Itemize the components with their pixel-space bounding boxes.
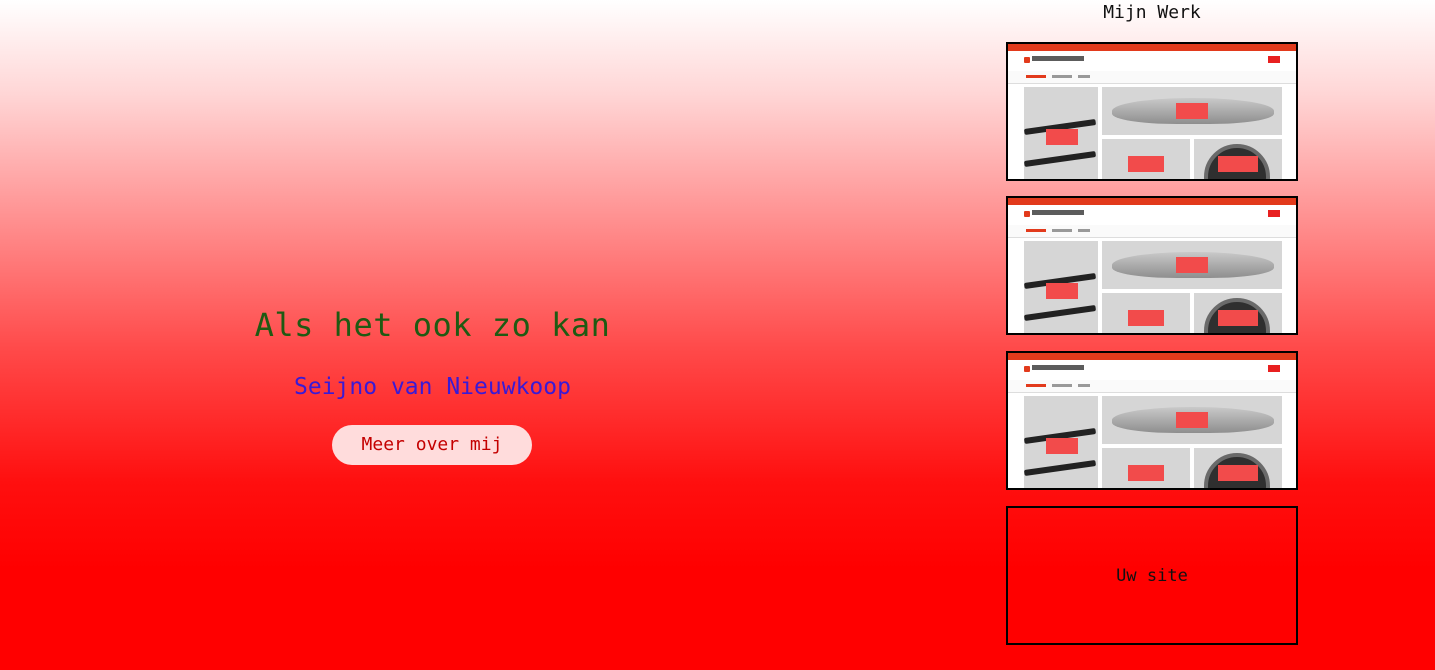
about-me-button[interactable]: Meer over mij	[332, 425, 532, 465]
hero-title: Als het ook zo kan	[254, 306, 611, 344]
thumb-nav-item	[1078, 75, 1090, 78]
project-card-2[interactable]	[1006, 196, 1298, 335]
thumb-cart-icon	[1268, 365, 1280, 372]
thumb-button	[1176, 103, 1208, 119]
thumb-header	[1008, 51, 1296, 71]
thumb-button	[1046, 129, 1078, 145]
thumb-header	[1008, 360, 1296, 380]
thumb-button	[1218, 310, 1258, 326]
thumb-button	[1176, 412, 1208, 428]
thumb-button	[1046, 438, 1078, 454]
thumb-button	[1128, 465, 1164, 481]
thumb-logo-icon	[1024, 211, 1030, 217]
thumb-logo-text	[1032, 365, 1084, 370]
author-name: Seijno van Nieuwkoop	[294, 374, 571, 400]
thumb-cart-icon	[1268, 56, 1280, 63]
thumb-logo-text	[1032, 210, 1084, 215]
thumb-nav-item	[1078, 384, 1090, 387]
thumb-button	[1218, 465, 1258, 481]
thumb-button	[1128, 156, 1164, 172]
thumb-nav-item	[1052, 384, 1072, 387]
thumb-button	[1046, 283, 1078, 299]
thumb-button	[1128, 310, 1164, 326]
hero-section: Als het ook zo kan Seijno van Nieuwkoop …	[0, 0, 865, 670]
thumb-cart-icon	[1268, 210, 1280, 217]
thumb-button	[1176, 257, 1208, 273]
thumb-header	[1008, 205, 1296, 225]
thumb-topbar	[1008, 198, 1296, 205]
thumb-nav-item	[1026, 229, 1046, 232]
thumb-nav-item	[1052, 229, 1072, 232]
work-section-title: Mijn Werk	[1103, 2, 1201, 23]
thumb-nav-item	[1026, 384, 1046, 387]
thumb-topbar	[1008, 44, 1296, 51]
project-card-1[interactable]	[1006, 42, 1298, 181]
thumb-nav-item	[1052, 75, 1072, 78]
thumb-logo-icon	[1024, 57, 1030, 63]
project-card-3[interactable]	[1006, 351, 1298, 490]
thumb-logo-text	[1032, 56, 1084, 61]
thumb-topbar	[1008, 353, 1296, 360]
thumb-nav-item	[1078, 229, 1090, 232]
thumb-nav-item	[1026, 75, 1046, 78]
your-site-label: Uw site	[1116, 565, 1188, 586]
thumb-button	[1218, 156, 1258, 172]
thumb-logo-icon	[1024, 366, 1030, 372]
your-site-card[interactable]: Uw site	[1006, 506, 1298, 645]
